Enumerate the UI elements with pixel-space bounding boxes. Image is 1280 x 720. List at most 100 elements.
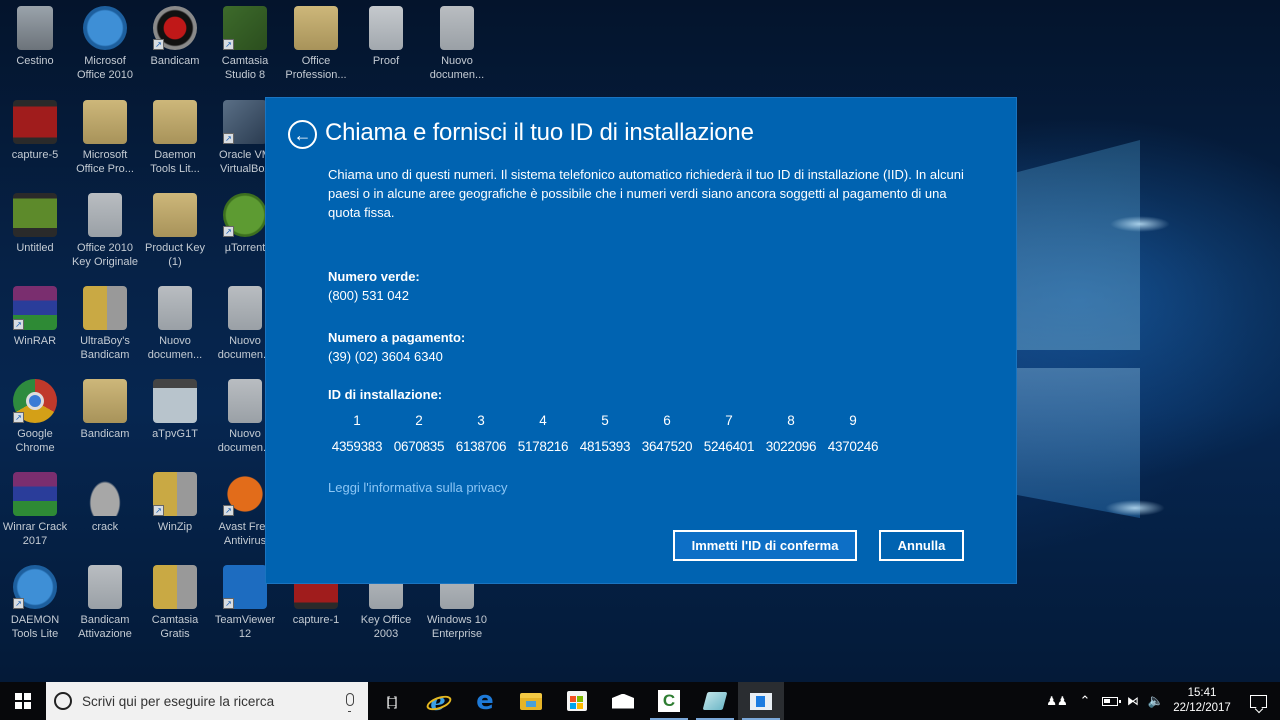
iid-group-index: 2: [415, 413, 423, 428]
network-button[interactable]: ⧑: [1122, 682, 1144, 720]
windows-logo-icon: [15, 693, 31, 709]
desktop-icon[interactable]: Nuovo documen...: [422, 6, 492, 82]
task-view-button[interactable]: [□]: [368, 682, 414, 720]
show-hidden-icons-button[interactable]: ⌃: [1072, 682, 1098, 720]
iid-group-index: 9: [849, 413, 857, 428]
shortcut-arrow-icon: ↗: [223, 505, 234, 516]
desktop-icon-label: Camtasia Gratis: [151, 614, 199, 640]
desktop-icon[interactable]: Bandicam: [70, 379, 140, 441]
task-view-icon: [□]: [386, 693, 397, 709]
desktop-icon-label: Product Key (1): [145, 242, 205, 268]
battery-button[interactable]: [1098, 682, 1122, 720]
cancel-button[interactable]: Annulla: [879, 530, 964, 561]
iid-group-index: 4: [539, 413, 547, 428]
iid-group-value: 4359383: [331, 439, 383, 454]
back-button[interactable]: ←: [288, 120, 317, 149]
microphone-icon[interactable]: [346, 693, 354, 712]
desktop-icon[interactable]: capture-5: [0, 100, 70, 162]
taskbar-mail[interactable]: [600, 682, 646, 720]
archive-icon: [153, 565, 197, 609]
desktop-icon-label: Microsof Office 2010: [76, 55, 134, 81]
desktop-icon-label: Bandicam Attivazione: [78, 614, 132, 640]
app-window-icon: [750, 692, 772, 710]
desktop-icon[interactable]: Cestino: [0, 6, 70, 68]
taskbar-file-explorer[interactable]: [508, 682, 554, 720]
video-file-icon: [13, 100, 57, 144]
desktop: Cestino Microsof Office 2010 ↗ Bandicam ↗ Cam…: [0, 0, 1280, 682]
desktop-icon-label: WinRAR: [13, 335, 57, 347]
taskbar-activation-app[interactable]: [738, 682, 784, 720]
desktop-icon-label: crack: [91, 521, 119, 533]
toll-free-label: Numero verde:: [328, 269, 420, 284]
start-button[interactable]: [0, 682, 46, 720]
bandicam-icon: ↗: [153, 6, 197, 50]
action-center-button[interactable]: [1236, 682, 1280, 720]
iid-group-index: 7: [725, 413, 733, 428]
iid-group: 4 5178216: [512, 410, 574, 457]
folder-icon: [153, 193, 197, 237]
shortcut-arrow-icon: ↗: [13, 412, 24, 423]
volume-button[interactable]: 🔈: [1144, 682, 1168, 720]
people-button[interactable]: ♟♟: [1042, 682, 1072, 720]
wallpaper-glow: [1105, 500, 1165, 516]
clock[interactable]: 15:41 22/12/2017: [1168, 686, 1236, 716]
desktop-icon[interactable]: ↗ WinZip: [140, 472, 210, 534]
text-document-icon: [88, 193, 122, 237]
mail-icon: [612, 693, 634, 709]
search-input[interactable]: Scrivi qui per eseguire la ricerca: [46, 682, 368, 720]
folder-icon: [83, 100, 127, 144]
daemon-tools-icon: [83, 6, 127, 50]
desktop-icon-label: Winrar Crack 2017: [2, 521, 68, 547]
cortana-icon: [54, 692, 72, 710]
taskbar-edge[interactable]: e: [462, 682, 508, 720]
installation-id-label: ID di installazione:: [328, 387, 443, 402]
iid-group: 1 4359383: [326, 410, 388, 457]
taskbar-store[interactable]: [554, 682, 600, 720]
desktop-icon[interactable]: ↗ WinRAR: [0, 286, 70, 348]
shortcut-arrow-icon: ↗: [13, 598, 24, 609]
desktop-icon[interactable]: Bandicam Attivazione: [70, 565, 140, 641]
iid-group-index: 8: [787, 413, 795, 428]
back-arrow-icon: ←: [293, 124, 312, 145]
enter-confirmation-id-button[interactable]: Immetti l'ID di conferma: [673, 530, 857, 561]
desktop-icon-label: capture-5: [11, 149, 59, 161]
image-thumbnail-icon: [153, 379, 197, 423]
installation-id-table: 1 4359383 2 0670835 3 6138706 4 5178216 5 4815393…: [326, 410, 884, 457]
privacy-link[interactable]: Leggi l'informativa sulla privacy: [328, 480, 508, 495]
desktop-icon[interactable]: Daemon Tools Lit...: [140, 100, 210, 176]
hat-icon: [83, 472, 127, 516]
desktop-icon[interactable]: aTpvG1T: [140, 379, 210, 441]
system-tray: ♟♟ ⌃ ⧑ 🔈 15:41 22/12/2017: [1042, 682, 1280, 720]
desktop-icon[interactable]: Nuovo documen...: [140, 286, 210, 362]
desktop-icon[interactable]: Office 2010 Key Originale: [70, 193, 140, 269]
iid-group-value: 5246401: [703, 439, 755, 454]
desktop-icon-label: Proof: [372, 55, 400, 67]
avast-icon: ↗: [223, 472, 267, 516]
notification-icon: [1249, 694, 1267, 708]
desktop-icon[interactable]: Office Profession...: [281, 6, 351, 82]
desktop-icon[interactable]: ↗ DAEMON Tools Lite: [0, 565, 70, 641]
edge-icon: e: [476, 686, 494, 716]
desktop-icon[interactable]: Untitled: [0, 193, 70, 255]
paid-number-label: Numero a pagamento:: [328, 330, 466, 345]
taskbar-sticky-notes[interactable]: [692, 682, 738, 720]
desktop-icon[interactable]: Microsof Office 2010: [70, 6, 140, 82]
desktop-icon[interactable]: Winrar Crack 2017: [0, 472, 70, 548]
desktop-icon-label: Office 2010 Key Originale: [71, 242, 139, 268]
winzip-icon: ↗: [153, 472, 197, 516]
desktop-icon[interactable]: Product Key (1): [140, 193, 210, 269]
desktop-icon-label: Cestino: [16, 55, 54, 67]
desktop-icon[interactable]: Camtasia Gratis: [140, 565, 210, 641]
desktop-icon[interactable]: ↗ Bandicam: [140, 6, 210, 68]
desktop-icon[interactable]: crack: [70, 472, 140, 534]
desktop-icon-label: WinZip: [157, 521, 193, 533]
desktop-icon[interactable]: Proof: [351, 6, 421, 68]
desktop-icon[interactable]: Microsoft Office Pro...: [70, 100, 140, 176]
desktop-icon[interactable]: ↗ Google Chrome: [0, 379, 70, 455]
desktop-icon[interactable]: UltraBoy's Bandicam: [70, 286, 140, 362]
taskbar-internet-explorer[interactable]: e: [414, 682, 462, 720]
chevron-up-icon: ⌃: [1079, 693, 1091, 708]
winrar-icon: [13, 472, 57, 516]
desktop-icon[interactable]: ↗ Camtasia Studio 8: [210, 6, 280, 82]
taskbar-camtasia[interactable]: C: [646, 682, 692, 720]
